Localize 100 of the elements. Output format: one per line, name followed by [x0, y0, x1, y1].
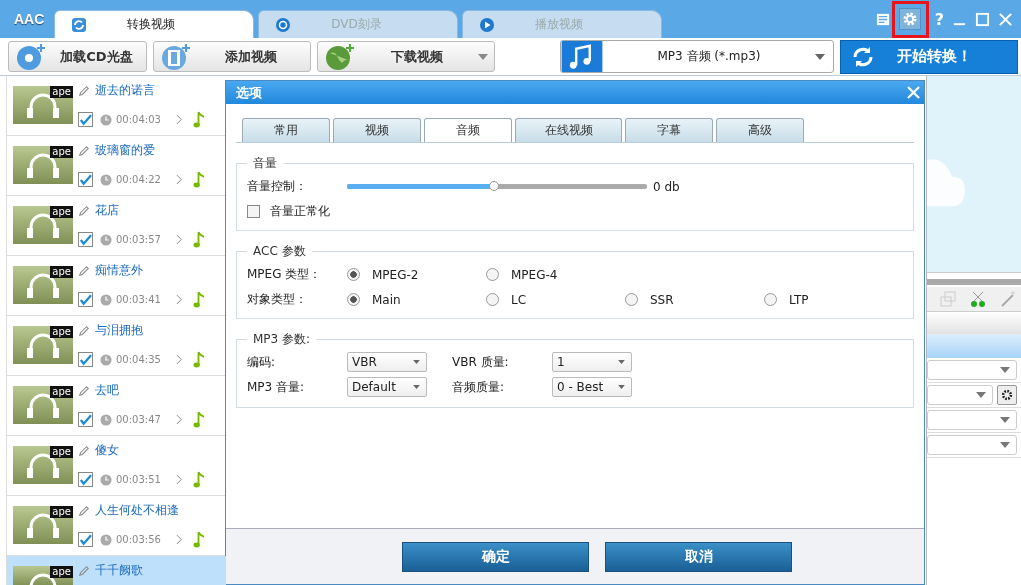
- globe-add-icon: [324, 42, 356, 71]
- dropdown[interactable]: VBR: [347, 352, 427, 372]
- field-label: 音频质量:: [452, 378, 506, 396]
- checkbox[interactable]: [78, 472, 93, 487]
- dialog-button[interactable]: 取消: [605, 541, 792, 572]
- toolbar-button[interactable]: 添加视频: [153, 41, 311, 72]
- chevron-icon[interactable]: [176, 534, 183, 545]
- chevron-icon[interactable]: [176, 174, 183, 185]
- dropdown[interactable]: 1: [552, 352, 632, 372]
- file-title: 千千阙歌: [95, 562, 143, 579]
- maximize-icon[interactable]: [975, 11, 990, 27]
- field-label: VBR 质量:: [452, 353, 510, 371]
- format-badge: ape: [50, 506, 73, 518]
- format-badge: ape: [50, 266, 73, 278]
- options-tab[interactable]: 在线视频: [515, 118, 622, 142]
- scissors-icon[interactable]: [969, 290, 987, 308]
- chevron-icon[interactable]: [176, 234, 183, 245]
- file-title: 花店: [95, 202, 119, 219]
- checkbox[interactable]: [247, 205, 260, 218]
- dropdown[interactable]: 0 - Best: [552, 377, 632, 397]
- options-tab[interactable]: 常用: [242, 118, 330, 142]
- duration: 00:03:51: [116, 474, 162, 485]
- pencil-icon[interactable]: [78, 504, 90, 517]
- duration: 00:04:03: [116, 114, 162, 125]
- settings-button[interactable]: [997, 385, 1017, 405]
- pencil-icon[interactable]: [78, 144, 90, 157]
- music-note-icon: [193, 171, 204, 188]
- dropdown[interactable]: [927, 410, 1017, 430]
- close-icon[interactable]: [998, 11, 1013, 27]
- clock-icon: [100, 293, 112, 306]
- clock-icon: [100, 233, 112, 246]
- music-note-icon: [193, 411, 204, 428]
- slider-thumb[interactable]: [489, 181, 499, 191]
- options-tab[interactable]: 视频: [333, 118, 421, 142]
- checkbox[interactable]: [78, 112, 93, 127]
- format-badge: ape: [50, 326, 73, 338]
- close-icon[interactable]: [907, 86, 920, 99]
- chevron-icon[interactable]: [176, 114, 183, 125]
- options-tab[interactable]: 字幕: [625, 118, 713, 142]
- toolbar-button[interactable]: 下载视频: [317, 41, 495, 72]
- file-title: 去吧: [95, 382, 119, 399]
- duration: 00:03:41: [116, 294, 162, 305]
- pencil-icon[interactable]: [78, 324, 90, 337]
- radio-button[interactable]: [764, 293, 777, 306]
- gear-icon: [901, 11, 918, 27]
- pencil-icon[interactable]: [78, 564, 90, 577]
- main-tab[interactable]: 转换视频: [54, 10, 255, 38]
- radio-button[interactable]: [347, 268, 360, 281]
- checkbox[interactable]: [78, 232, 93, 247]
- dialog-button[interactable]: 确定: [402, 541, 589, 572]
- group-title: ACC 参数: [252, 243, 307, 260]
- dropdown[interactable]: Default: [347, 377, 427, 397]
- toolbar-button[interactable]: 加载CD光盘: [8, 41, 147, 72]
- radio-label: Main: [372, 292, 401, 307]
- magic-wand-icon[interactable]: [999, 290, 1017, 308]
- pencil-icon[interactable]: [78, 444, 90, 457]
- film-add-icon: [160, 42, 192, 71]
- checkbox[interactable]: [78, 412, 93, 427]
- file-item[interactable]: ape 千千阙歌: [7, 556, 226, 585]
- caret-icon: [815, 53, 825, 60]
- chevron-icon[interactable]: [176, 414, 183, 425]
- pencil-icon[interactable]: [78, 264, 90, 277]
- duration: 00:03:47: [116, 414, 162, 425]
- checkbox[interactable]: [78, 352, 93, 367]
- clock-icon: [100, 113, 112, 126]
- chevron-icon[interactable]: [176, 474, 183, 485]
- duration: 00:04:35: [116, 354, 162, 365]
- format-badge: ape: [50, 146, 73, 158]
- pencil-icon[interactable]: [78, 384, 90, 397]
- format-dropdown[interactable]: MP3 音频 (*.mp3): [560, 40, 834, 73]
- music-note-icon: [193, 111, 204, 128]
- dropdown[interactable]: [927, 435, 1017, 455]
- clock-icon: [100, 473, 112, 486]
- checkbox[interactable]: [78, 532, 93, 547]
- radio-button[interactable]: [625, 293, 638, 306]
- checkbox[interactable]: [78, 172, 93, 187]
- radio-button[interactable]: [486, 293, 499, 306]
- slider-value: 0 db: [653, 179, 680, 194]
- file-title: 傻女: [95, 442, 119, 459]
- field-label: 音量控制：: [247, 178, 308, 195]
- chevron-icon[interactable]: [176, 294, 183, 305]
- checkbox[interactable]: [78, 292, 93, 307]
- checkbox-label: 音量正常化: [270, 203, 330, 220]
- list-icon[interactable]: [875, 11, 891, 27]
- start-button[interactable]: 开始转换！: [840, 39, 1018, 74]
- caret-icon: [413, 385, 420, 389]
- duration: 00:03:56: [116, 534, 162, 545]
- options-tab[interactable]: 高级: [716, 118, 804, 142]
- options-tab[interactable]: 音频: [424, 118, 512, 142]
- music-note-icon: [561, 41, 603, 72]
- group-title: 音量: [252, 155, 278, 172]
- radio-button[interactable]: [347, 293, 360, 306]
- pencil-icon[interactable]: [78, 84, 90, 97]
- pencil-icon[interactable]: [78, 204, 90, 217]
- radio-button[interactable]: [486, 268, 499, 281]
- chevron-icon[interactable]: [176, 354, 183, 365]
- caret-icon: [413, 360, 420, 364]
- dropdown[interactable]: [927, 360, 1017, 380]
- radio-label: MPEG-2: [372, 267, 419, 282]
- format-badge: ape: [50, 386, 73, 398]
